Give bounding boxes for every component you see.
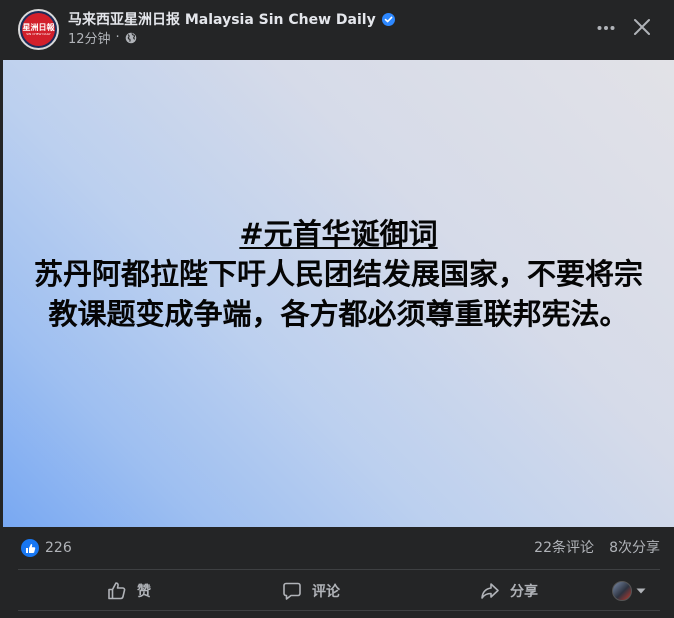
share-button-label: 分享	[510, 583, 538, 600]
hashtag-link[interactable]: #元首华诞御词	[29, 214, 649, 254]
more-options-button[interactable]	[590, 14, 622, 42]
thumbs-up-icon	[108, 581, 126, 599]
more-horizontal-icon	[597, 26, 615, 30]
globe-icon[interactable]	[125, 32, 137, 44]
post-meta: 12分钟 ·	[68, 28, 137, 47]
like-button-label: 赞	[137, 583, 151, 600]
verified-badge-icon	[381, 12, 395, 26]
user-avatar	[612, 581, 632, 601]
comment-button-label: 评论	[312, 583, 340, 600]
comment-button[interactable]: 评论	[200, 571, 422, 610]
page-name-row: 马来西亚星洲日报 Malaysia Sin Chew Daily	[68, 9, 395, 29]
comment-count-link[interactable]: 22条评论	[534, 539, 594, 557]
post-image[interactable]: #元首华诞御词 苏丹阿都拉陛下吁人民团结发展国家，不要将宗教课题变成争端，各方都…	[3, 60, 674, 527]
post-header: 星洲日報 SIN CHEW DAILY 马来西亚星洲日报 Malaysia Si…	[0, 0, 674, 60]
meta-separator: ·	[115, 30, 120, 45]
comment-icon	[283, 582, 301, 600]
reaction-count[interactable]: 226	[45, 539, 72, 557]
share-button[interactable]: 分享	[398, 571, 620, 610]
post-body: 苏丹阿都拉陛下吁人民团结发展国家，不要将宗教课题变成争端，各方都必须尊重联邦宪法…	[33, 256, 643, 331]
share-icon	[481, 582, 499, 599]
action-bar: 赞 评论 分享	[0, 571, 674, 610]
post-timestamp[interactable]: 12分钟	[68, 28, 111, 47]
engagement-stats: 226 22条评论 8次分享	[0, 527, 674, 570]
divider	[18, 569, 660, 570]
divider	[18, 610, 660, 611]
close-icon	[634, 19, 650, 35]
share-count-link[interactable]: 8次分享	[609, 539, 660, 557]
close-button[interactable]	[626, 11, 658, 43]
post-text: #元首华诞御词 苏丹阿都拉陛下吁人民团结发展国家，不要将宗教课题变成争端，各方都…	[29, 214, 649, 334]
page-name-link[interactable]: 马来西亚星洲日报 Malaysia Sin Chew Daily	[68, 9, 376, 29]
caret-down-icon	[636, 588, 646, 594]
page-avatar[interactable]: 星洲日報 SIN CHEW DAILY	[18, 9, 59, 50]
audience-selector[interactable]	[612, 579, 658, 603]
like-reaction-icon[interactable]	[21, 539, 39, 557]
page-logo: 星洲日報 SIN CHEW DAILY	[22, 13, 55, 46]
